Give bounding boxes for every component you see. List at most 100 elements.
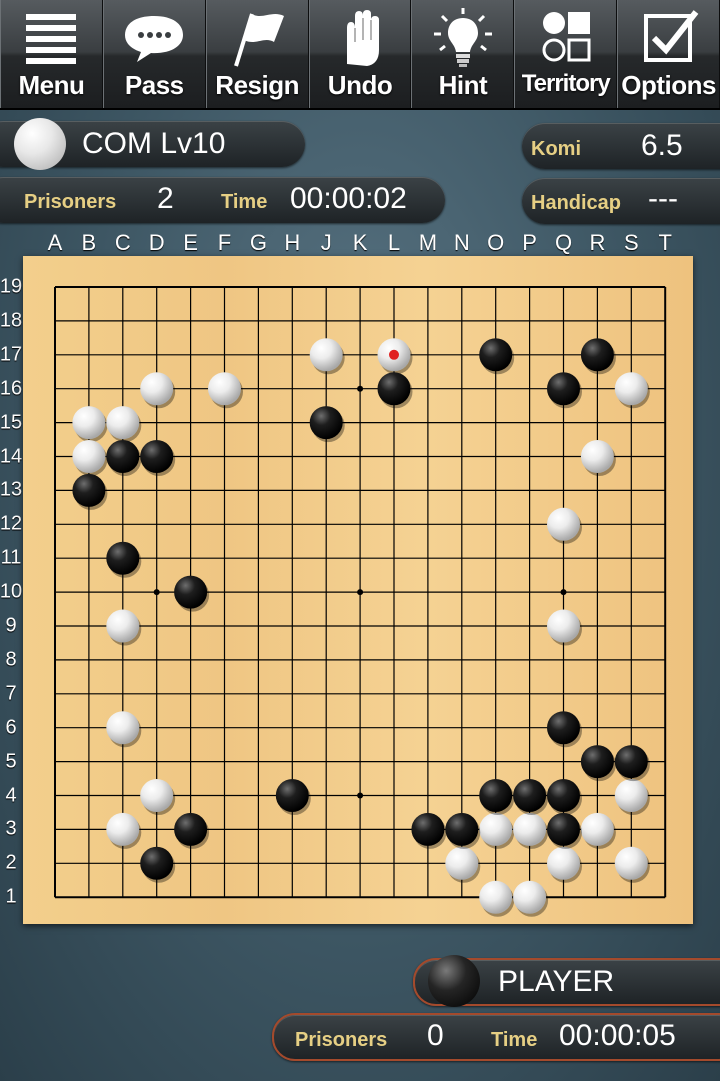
column-label: A xyxy=(47,230,63,255)
black-stone xyxy=(513,779,547,812)
white-stone xyxy=(72,406,106,440)
white-stone-icon xyxy=(14,118,66,170)
flag-icon xyxy=(234,13,285,67)
column-label: T xyxy=(658,230,672,255)
black-stone xyxy=(106,541,140,575)
black-stone xyxy=(377,372,411,406)
black-stone xyxy=(614,745,648,779)
black-stone xyxy=(411,812,445,846)
black-stone xyxy=(580,745,614,779)
white-stone xyxy=(72,440,106,473)
black-stone-icon xyxy=(428,955,480,1007)
hand-icon xyxy=(347,10,379,66)
options-label: Options xyxy=(621,70,716,100)
column-label: K xyxy=(352,230,368,255)
column-label: R xyxy=(589,230,606,255)
black-stone xyxy=(140,846,174,880)
white-stone xyxy=(309,338,343,372)
white-stone xyxy=(547,507,580,541)
row-label: 1 xyxy=(5,885,17,908)
column-label: D xyxy=(148,230,165,255)
player-time-label: Time xyxy=(491,1029,538,1051)
black-stone xyxy=(479,779,513,812)
white-stone xyxy=(547,846,580,880)
white-stone xyxy=(513,812,547,846)
column-label: M xyxy=(418,230,438,255)
black-stone xyxy=(106,440,140,473)
pass-button[interactable]: Pass xyxy=(102,0,206,108)
row-label: 18 xyxy=(0,309,23,332)
undo-button[interactable]: Undo xyxy=(308,0,412,108)
resign-button[interactable]: Resign xyxy=(205,0,309,108)
territory-icon xyxy=(542,12,591,62)
column-label: H xyxy=(284,230,301,255)
white-stone xyxy=(614,372,648,406)
column-label: N xyxy=(453,230,470,255)
speech-bubble-icon xyxy=(125,16,184,62)
column-label: F xyxy=(217,230,232,255)
options-button[interactable]: Options xyxy=(617,0,720,108)
row-label: 15 xyxy=(0,411,23,434)
white-stone xyxy=(106,812,140,846)
board-grid[interactable] xyxy=(23,256,693,924)
white-stone xyxy=(106,711,140,745)
column-label: S xyxy=(623,230,639,255)
menu-label: Menu xyxy=(18,70,85,100)
row-label: 2 xyxy=(5,851,17,874)
menu-button[interactable]: Menu xyxy=(0,0,103,108)
column-label: C xyxy=(114,230,131,255)
player-prisoners-label: Prisoners xyxy=(295,1029,388,1051)
row-label: 16 xyxy=(0,377,23,400)
row-label: 5 xyxy=(5,750,17,773)
last-move-marker xyxy=(389,349,399,360)
star-point xyxy=(357,792,364,799)
player-name: PLAYER xyxy=(498,965,615,998)
menu-icon xyxy=(26,14,77,64)
white-stone xyxy=(614,779,648,812)
territory-label: Territory xyxy=(521,70,611,97)
star-point xyxy=(357,385,364,392)
white-stone xyxy=(513,880,547,914)
territory-button[interactable]: Territory xyxy=(514,0,618,108)
white-stone xyxy=(614,846,648,880)
opponent-time-label: Time xyxy=(221,191,268,213)
row-label: 14 xyxy=(0,445,23,467)
handicap-value: --- xyxy=(648,182,678,215)
black-stone xyxy=(174,812,208,846)
komi-value: 6.5 xyxy=(641,129,683,162)
white-stone xyxy=(580,440,614,473)
black-stone xyxy=(547,372,580,406)
undo-label: Undo xyxy=(327,70,393,100)
black-stone xyxy=(275,779,309,812)
row-label: 3 xyxy=(5,817,17,840)
go-board[interactable] xyxy=(23,256,693,924)
hint-button[interactable]: Hint xyxy=(411,0,515,108)
column-coordinates: ABCDEFGHJKLMNOPQRST xyxy=(0,230,720,255)
white-stone xyxy=(208,372,241,406)
column-label: B xyxy=(81,230,97,255)
white-stone xyxy=(445,846,479,880)
toolbar: Menu Pass Resign Undo Hint Territory Opt… xyxy=(0,0,720,110)
row-label: 10 xyxy=(0,580,23,603)
white-stone xyxy=(106,609,140,643)
opponent-prisoners-label: Prisoners xyxy=(24,191,117,213)
pass-label: Pass xyxy=(124,70,184,100)
white-stone xyxy=(580,812,614,846)
lightbulb-icon xyxy=(433,8,492,67)
white-stone xyxy=(106,406,140,440)
row-label: 12 xyxy=(0,512,23,535)
row-label: 4 xyxy=(5,784,17,806)
column-label: J xyxy=(320,230,332,255)
player-time-value: 00:00:05 xyxy=(559,1019,676,1052)
column-label: E xyxy=(183,230,198,255)
handicap-label: Handicap xyxy=(531,192,622,214)
black-stone xyxy=(309,406,343,440)
star-point xyxy=(357,589,364,596)
row-label: 17 xyxy=(0,343,23,366)
opponent-prisoners-value: 2 xyxy=(157,182,174,215)
opponent-name: COM Lv10 xyxy=(82,127,226,160)
white-stone xyxy=(479,812,513,846)
row-label: 19 xyxy=(0,275,23,298)
hint-label: Hint xyxy=(438,70,488,100)
black-stone xyxy=(547,779,580,812)
